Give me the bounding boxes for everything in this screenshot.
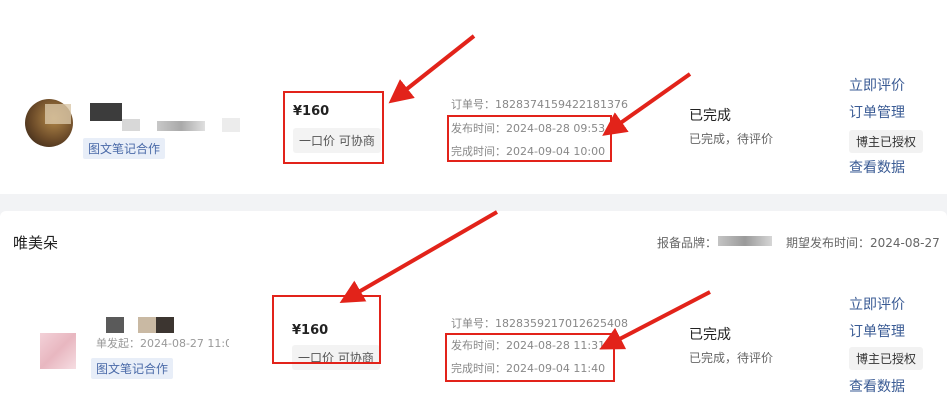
arrow-to-times: [602, 72, 692, 136]
arrow-to-price: [388, 34, 476, 104]
annotation-arrows: [339, 34, 711, 350]
arrow-to-price: [339, 210, 499, 304]
arrow-to-times: [599, 290, 711, 350]
